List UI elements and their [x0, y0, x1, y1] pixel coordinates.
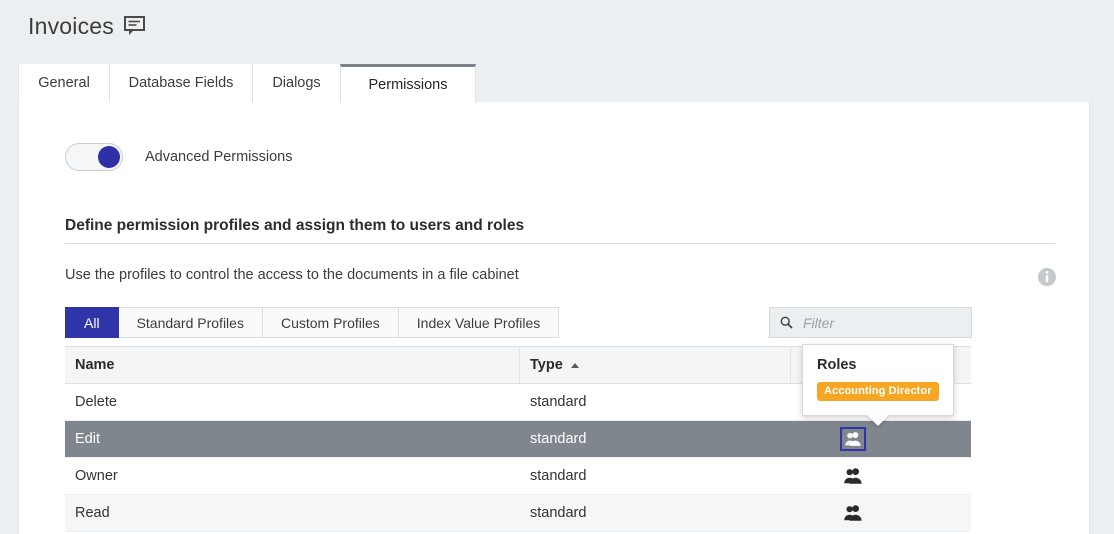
profile-filter-tabs: All Standard Profiles Custom Profiles In…	[65, 307, 560, 338]
cell-type: standard	[530, 468, 587, 484]
cell-name: Edit	[75, 431, 100, 447]
cell-type: standard	[530, 394, 587, 410]
advanced-permissions-row: Advanced Permissions	[65, 143, 293, 171]
page-title: Invoices	[28, 13, 114, 39]
cell-type: standard	[530, 431, 587, 447]
comment-icon[interactable]	[122, 14, 148, 38]
users-icon[interactable]	[840, 427, 866, 451]
column-header-label: Type	[530, 357, 563, 373]
popover-arrow	[867, 415, 889, 426]
tab-label: Dialogs	[272, 75, 321, 91]
filter-tab-custom-profiles[interactable]: Custom Profiles	[262, 307, 399, 338]
cell-name: Read	[75, 505, 110, 521]
cell-name: Delete	[75, 394, 117, 410]
cell-type: standard	[530, 505, 587, 521]
page-header: Invoices	[0, 0, 1114, 62]
table-row[interactable]: Edit standard	[65, 421, 971, 458]
heading-divider	[65, 243, 1055, 244]
tab-dialogs[interactable]: Dialogs	[252, 64, 341, 103]
filter-tab-label: Standard Profiles	[136, 314, 244, 331]
toggle-knob	[98, 146, 120, 168]
column-header-type[interactable]: Type	[520, 347, 791, 383]
filter-field[interactable]	[769, 307, 972, 338]
column-header-label: Name	[75, 357, 115, 373]
info-icon[interactable]	[1037, 267, 1057, 287]
filter-tab-label: All	[84, 314, 100, 331]
filter-tab-label: Custom Profiles	[280, 314, 380, 331]
cell-assign	[791, 501, 971, 525]
users-icon[interactable]	[840, 464, 866, 488]
tab-database-fields[interactable]: Database Fields	[109, 64, 253, 103]
sort-ascending-icon	[570, 362, 579, 368]
table-row[interactable]: Read standard	[65, 495, 971, 532]
filter-tab-label: Index Value Profiles	[416, 314, 541, 331]
section-heading: Define permission profiles and assign th…	[65, 217, 525, 234]
table-row[interactable]: Owner standard	[65, 458, 971, 495]
filter-tab-index-value-profiles[interactable]: Index Value Profiles	[398, 307, 560, 338]
permissions-panel: Advanced Permissions Define permission p…	[18, 102, 1090, 534]
filter-tab-all[interactable]: All	[65, 307, 119, 338]
roles-popover: Roles Accounting Director	[802, 344, 954, 426]
cell-name: Owner	[75, 468, 118, 484]
filter-input[interactable]	[801, 313, 955, 332]
cell-assign	[791, 464, 971, 488]
advanced-permissions-label: Advanced Permissions	[145, 149, 293, 165]
role-badge[interactable]: Accounting Director	[817, 382, 939, 401]
users-icon[interactable]	[840, 501, 866, 525]
search-icon	[780, 316, 793, 329]
tab-label: Permissions	[368, 76, 448, 93]
roles-popover-title: Roles	[817, 357, 857, 373]
filter-tab-standard-profiles[interactable]: Standard Profiles	[118, 307, 263, 338]
cell-assign	[791, 427, 971, 451]
column-header-name[interactable]: Name	[65, 347, 520, 383]
tab-label: Database Fields	[128, 75, 234, 91]
tab-label: General	[38, 75, 90, 91]
tab-general[interactable]: General	[18, 64, 110, 103]
tab-permissions[interactable]: Permissions	[340, 64, 476, 103]
advanced-permissions-toggle[interactable]	[65, 143, 123, 171]
section-subtitle: Use the profiles to control the access t…	[65, 267, 519, 283]
tab-strip: General Database Fields Dialogs Permissi…	[18, 64, 1090, 103]
